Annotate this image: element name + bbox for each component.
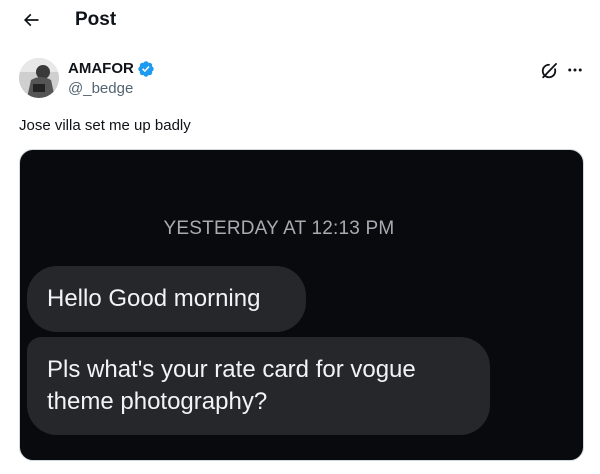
chat-bubble: Pls what's your rate card for vogue them… [27, 337, 490, 435]
verified-badge-icon [138, 61, 154, 77]
chat-bubble: Hello Good morning [27, 266, 306, 332]
post-text: Jose villa set me up badly [19, 117, 191, 134]
grok-button[interactable] [537, 60, 561, 82]
grok-icon [541, 63, 557, 79]
arrow-left-icon [23, 13, 39, 27]
avatar[interactable] [19, 58, 59, 98]
author-name-row[interactable]: AMAFOR [68, 60, 155, 78]
page-header: Post [0, 0, 600, 42]
post-media-image[interactable]: YESTERDAY AT 12:13 PM Hello Good morning… [19, 149, 584, 461]
post-page: Post AMAFOR @_bedge Jose villa set me up… [0, 0, 600, 474]
message-timestamp: YESTERDAY AT 12:13 PM [163, 218, 395, 239]
display-name[interactable]: AMAFOR [68, 60, 134, 78]
page-title: Post [75, 9, 117, 30]
more-horizontal-icon [568, 68, 582, 72]
more-button[interactable] [563, 60, 587, 80]
avatar-image [19, 58, 59, 98]
back-button[interactable] [15, 6, 47, 34]
author-handle[interactable]: @_bedge [68, 80, 133, 98]
